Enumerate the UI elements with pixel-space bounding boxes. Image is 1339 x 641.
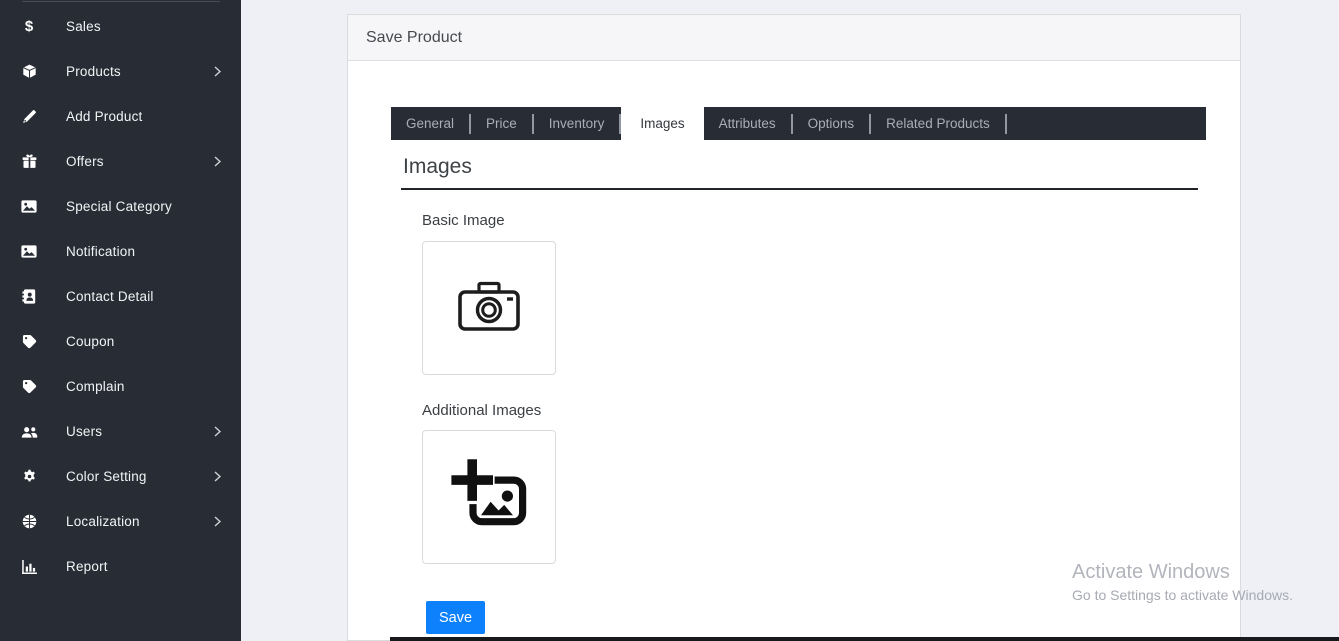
gift-icon <box>20 153 38 171</box>
tab-options[interactable]: Options <box>793 116 870 131</box>
dollar-icon: $ <box>20 18 38 36</box>
sidebar-item-offers[interactable]: Offers <box>0 139 241 184</box>
save-button[interactable]: Save <box>426 601 485 634</box>
sidebar-item-report[interactable]: Report <box>0 544 241 589</box>
chevron-right-icon <box>214 471 221 482</box>
chevron-right-icon <box>214 516 221 527</box>
sidebar-item-label: Color Setting <box>66 469 147 484</box>
sidebar-item-users[interactable]: Users <box>0 409 241 454</box>
sidebar-item-color-setting[interactable]: Color Setting <box>0 454 241 499</box>
address-book-icon <box>20 288 38 306</box>
sidebar-item-special-category[interactable]: Special Category <box>0 184 241 229</box>
tag-icon <box>20 378 38 396</box>
add-photo-icon <box>449 456 529 538</box>
sidebar-item-complain[interactable]: Complain <box>0 364 241 409</box>
heading-rule <box>401 188 1198 190</box>
sidebar-item-label: Users <box>66 424 102 439</box>
sidebar-item-notification[interactable]: Notification <box>0 229 241 274</box>
globe-icon <box>20 513 38 531</box>
sidebar-item-label: Coupon <box>66 334 115 349</box>
tab-attributes[interactable]: Attributes <box>704 116 791 131</box>
page-title: Save Product <box>366 29 462 47</box>
chevron-right-icon <box>214 156 221 167</box>
tab-bar: General Price Inventory Images Attribute… <box>391 107 1206 140</box>
tab-related-products[interactable]: Related Products <box>871 116 1005 131</box>
tab-inventory[interactable]: Inventory <box>534 116 620 131</box>
sidebar-item-localization[interactable]: Localization <box>0 499 241 544</box>
sidebar-item-sales[interactable]: $ Sales <box>0 4 241 49</box>
additional-images-label: Additional Images <box>422 402 541 419</box>
product-tabs: General Price Inventory Images Attribute… <box>391 107 1206 140</box>
basic-image-label: Basic Image <box>422 212 505 229</box>
sidebar-item-label: Notification <box>66 244 135 259</box>
save-product-card: Save Product General Price Inventory Ima… <box>347 14 1241 641</box>
basic-image-upload[interactable] <box>422 241 556 375</box>
sidebar-item-label: Report <box>66 559 108 574</box>
sidebar-item-label: Localization <box>66 514 140 529</box>
sidebar-item-label: Contact Detail <box>66 289 154 304</box>
image-icon <box>20 243 38 261</box>
sidebar-item-contact-detail[interactable]: Contact Detail <box>0 274 241 319</box>
chevron-right-icon <box>214 66 221 77</box>
users-icon <box>20 423 38 441</box>
sidebar: $ Sales Products Add Product Offers <box>0 0 241 641</box>
sidebar-divider <box>22 1 220 2</box>
horizontal-scrollbar[interactable] <box>390 637 1339 641</box>
pen-icon <box>20 108 38 126</box>
tab-general[interactable]: General <box>391 116 469 131</box>
bar-chart-icon <box>20 558 38 576</box>
cube-icon <box>20 63 38 81</box>
camera-icon <box>456 279 522 338</box>
gear-icon <box>20 468 38 486</box>
tab-separator <box>1005 114 1007 134</box>
sidebar-item-label: Products <box>66 64 121 79</box>
tab-price[interactable]: Price <box>471 116 532 131</box>
sidebar-item-label: Add Product <box>66 109 143 124</box>
section-heading: Images <box>403 155 472 179</box>
tag-icon <box>20 333 38 351</box>
sidebar-nav: $ Sales Products Add Product Offers <box>0 4 241 589</box>
sidebar-item-products[interactable]: Products <box>0 49 241 94</box>
sidebar-item-label: Offers <box>66 154 104 169</box>
chevron-right-icon <box>214 426 221 437</box>
tab-images[interactable]: Images <box>621 101 703 146</box>
sidebar-item-label: Complain <box>66 379 125 394</box>
additional-images-upload[interactable] <box>422 430 556 564</box>
image-icon <box>20 198 38 216</box>
sidebar-item-label: Special Category <box>66 199 172 214</box>
sidebar-item-coupon[interactable]: Coupon <box>0 319 241 364</box>
sidebar-item-label: Sales <box>66 19 101 34</box>
card-header: Save Product <box>348 15 1240 61</box>
sidebar-item-add-product[interactable]: Add Product <box>0 94 241 139</box>
